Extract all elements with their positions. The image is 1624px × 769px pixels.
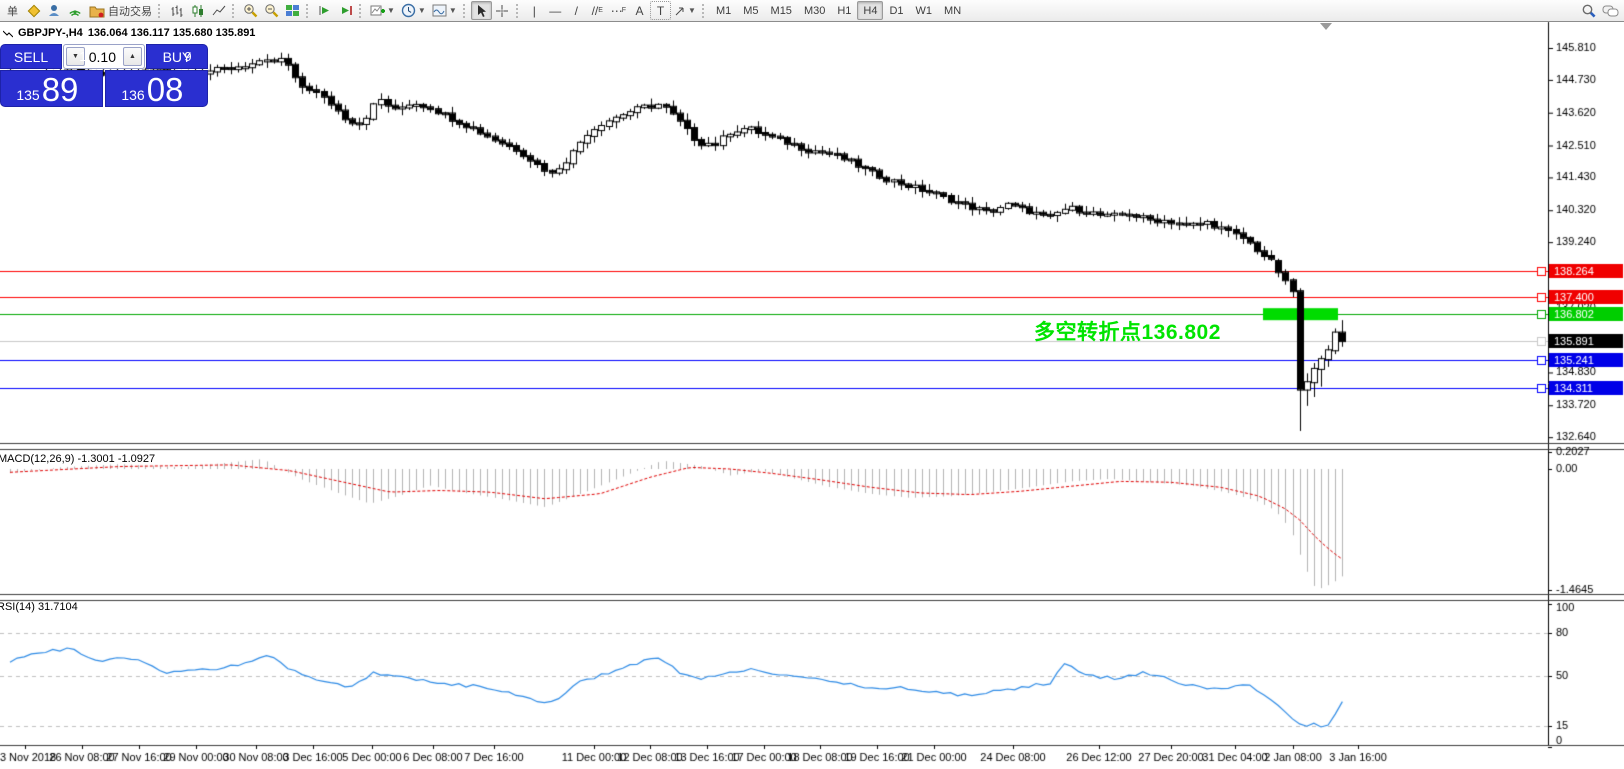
sell-price-button[interactable]: 135 89 1 [0,50,103,108]
toolbar-gripper [158,3,163,18]
main-toolbar: 单 自动交易 ▼ ▼ ▼ | — / // E ⋯ F A T ▼ M1 M5 … [0,0,1624,22]
buy-price-base: 136 [121,87,145,103]
timeframe-m5[interactable]: M5 [737,1,764,20]
toolbar-gripper [462,3,468,18]
timeframe-w1[interactable]: W1 [910,1,939,20]
equidistant-channel-tool[interactable]: //E [587,1,608,20]
dropdown-caret: ▼ [417,6,426,15]
chat-icon[interactable] [1599,1,1622,20]
chart-canvas[interactable] [0,0,1624,769]
autotrading-button[interactable]: 自动交易 [86,1,155,20]
volume-input[interactable]: 0.10 [87,49,121,65]
toolbar-gripper [359,3,364,18]
dropdown-caret: ▼ [688,6,696,15]
one-click-trade-panel: SELL ▼ 0.10 ▲ BUY 135 89 1 136 08 9 [0,44,208,107]
search-icon[interactable] [1578,1,1599,20]
chart-shift-icon[interactable] [335,1,356,20]
text-label-tool[interactable]: T [650,1,672,20]
fibonacci-tool[interactable]: ⋯ F [608,1,629,20]
toolbar-gripper [515,3,521,18]
autotrading-label: 自动交易 [108,5,152,18]
line-chart-icon[interactable] [208,1,229,20]
signals-icon[interactable] [65,1,86,20]
timeframe-m30[interactable]: M30 [798,1,831,20]
buy-price-big: 08 [146,70,184,108]
sell-button[interactable]: SELL [0,44,62,69]
bar-chart-icon[interactable] [166,1,187,20]
volume-box: ▼ 0.10 ▲ [63,44,145,69]
cursor-button[interactable] [470,1,492,20]
chart-icon [3,30,13,37]
symbol-info: GBPJPY-,H4 136.064 136.117 135.680 135.8… [3,27,255,39]
toolbar-gripper [701,3,707,18]
candlestick-chart-icon[interactable] [187,1,208,20]
timeframe-mn[interactable]: MN [938,1,967,20]
zoom-out-icon[interactable] [261,1,282,20]
buy-price-button[interactable]: 136 08 9 [105,50,208,108]
chart-shift-marker[interactable] [1320,23,1332,30]
vertical-line-tool[interactable]: | [524,1,545,20]
metaeditor-icon[interactable] [23,1,44,20]
macd-indicator-label: MACD(12,26,9) -1.3001 -1.0927 [0,453,156,465]
rsi-indicator-label: RSI(14) 31.7104 [0,601,78,613]
chart-annotation-text[interactable]: 多空转折点136.802 [1034,316,1221,346]
trendline-tool[interactable]: / [566,1,587,20]
timeframe-h4[interactable]: H4 [857,1,884,20]
zoom-in-icon[interactable] [240,1,261,20]
text-tool[interactable]: A [629,1,650,20]
horizontal-line-tool[interactable]: — [545,1,566,20]
volume-increase-button[interactable]: ▲ [123,47,142,66]
timeframe-m15[interactable]: M15 [765,1,798,20]
dropdown-caret: ▼ [448,6,457,15]
crosshair-button[interactable] [492,1,513,20]
toolbar-gripper [232,3,237,18]
sell-price-big: 89 [41,70,79,108]
tile-windows-icon[interactable] [282,1,303,20]
dropdown-caret: ▼ [387,6,395,15]
new-order-button[interactable]: 单 [2,1,23,20]
timeframe-m1[interactable]: M1 [710,1,737,20]
templates-button[interactable]: ▼ [429,1,460,20]
indicators-button[interactable]: ▼ [367,1,398,20]
buy-button[interactable]: BUY [146,44,208,69]
timeframe-d1[interactable]: D1 [883,1,909,20]
buy-price-pip: 9 [184,49,192,64]
sell-price-base: 135 [16,87,40,103]
timeframe-h1[interactable]: H1 [831,1,857,20]
sell-price-pip: 1 [79,49,87,64]
periods-button[interactable]: ▼ [398,1,429,20]
arrows-tool[interactable]: ▼ [671,1,699,20]
toolbar-gripper [306,3,311,18]
community-icon[interactable] [44,1,65,20]
ohlc-values: 136.064 136.117 135.680 135.891 [87,27,256,39]
symbol-period-label: GBPJPY-,H4 [18,27,83,39]
auto-scroll-icon[interactable] [314,1,335,20]
